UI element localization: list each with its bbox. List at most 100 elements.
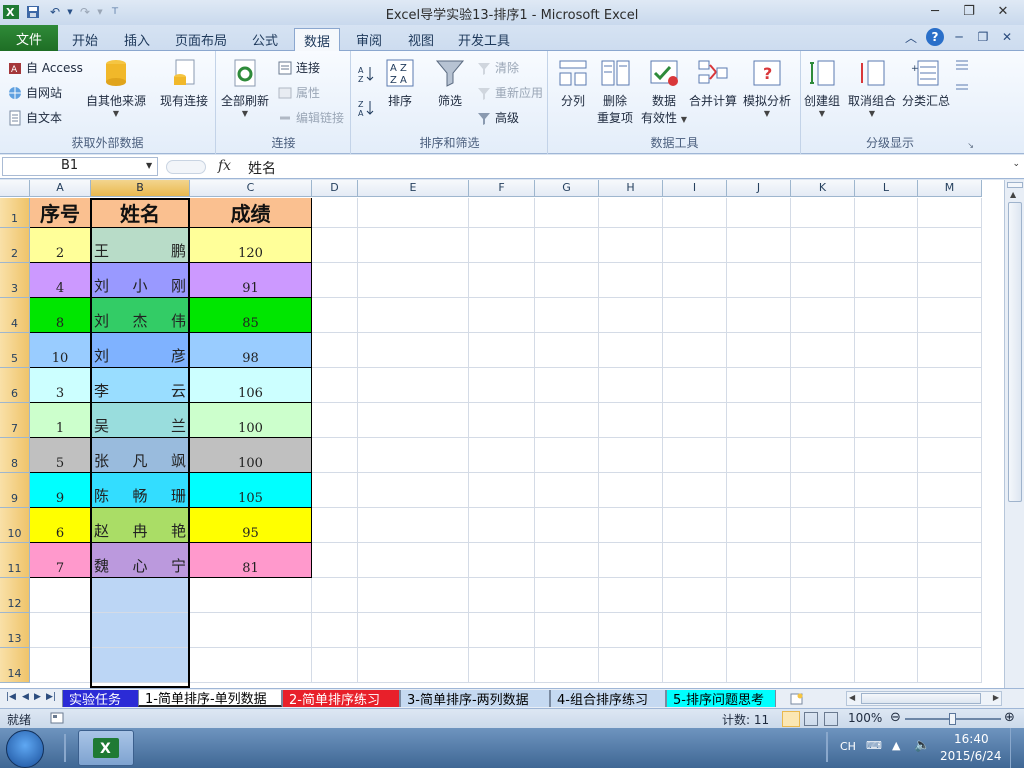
cell-h10[interactable] <box>599 508 663 543</box>
cell-f13[interactable] <box>469 613 535 648</box>
cell-a14[interactable] <box>30 648 91 683</box>
cell-k9[interactable] <box>791 473 855 508</box>
cell-m14[interactable] <box>918 648 982 683</box>
column-header-m[interactable]: M <box>918 180 982 197</box>
vertical-scroll-thumb[interactable] <box>1008 202 1022 502</box>
cell-m12[interactable] <box>918 578 982 613</box>
cell-j11[interactable] <box>727 543 791 578</box>
cell-m13[interactable] <box>918 613 982 648</box>
cell-m10[interactable] <box>918 508 982 543</box>
column-header-d[interactable]: D <box>312 180 358 197</box>
cell-b14[interactable] <box>91 648 190 683</box>
cell-l7[interactable] <box>855 403 918 438</box>
sheet-tab[interactable]: 5-排序问题思考 <box>666 690 776 708</box>
zoom-level[interactable]: 100% <box>848 711 882 725</box>
cell-e5[interactable] <box>358 333 469 368</box>
from-text-button[interactable]: 自文本 <box>7 109 62 126</box>
cell-e3[interactable] <box>358 263 469 298</box>
expand-formula-bar-icon[interactable]: ⌄ <box>1012 159 1020 169</box>
cell-h6[interactable] <box>599 368 663 403</box>
cell-h9[interactable] <box>599 473 663 508</box>
cell-e8[interactable] <box>358 438 469 473</box>
cell-f6[interactable] <box>469 368 535 403</box>
table-cell-number[interactable]: 8 <box>30 298 91 333</box>
workbook-restore-icon[interactable]: ❐ <box>974 28 992 46</box>
table-cell-name[interactable]: 刘彦 <box>91 333 190 368</box>
first-sheet-icon[interactable]: |◀ <box>6 692 16 702</box>
table-cell-name[interactable]: 刘杰伟 <box>91 298 190 333</box>
table-cell-number[interactable]: 4 <box>30 263 91 298</box>
cell-d12[interactable] <box>312 578 358 613</box>
cell-l14[interactable] <box>855 648 918 683</box>
table-cell-name[interactable]: 吴兰 <box>91 403 190 438</box>
cell-d7[interactable] <box>312 403 358 438</box>
workbook-minimize-icon[interactable]: ─ <box>950 28 968 46</box>
table-cell-number[interactable]: 3 <box>30 368 91 403</box>
dialog-launcher-icon[interactable]: ↘ <box>967 141 974 150</box>
cell-d1[interactable] <box>312 198 358 228</box>
cell-j3[interactable] <box>727 263 791 298</box>
cell-d11[interactable] <box>312 543 358 578</box>
cell-i10[interactable] <box>663 508 727 543</box>
cell-e14[interactable] <box>358 648 469 683</box>
workbook-close-icon[interactable]: ✕ <box>998 28 1016 46</box>
cell-l6[interactable] <box>855 368 918 403</box>
cell-d10[interactable] <box>312 508 358 543</box>
cell-k12[interactable] <box>791 578 855 613</box>
cell-f1[interactable] <box>469 198 535 228</box>
table-cell-name[interactable]: 赵冉艳 <box>91 508 190 543</box>
cell-f8[interactable] <box>469 438 535 473</box>
page-break-view-icon[interactable] <box>824 712 838 726</box>
cell-i13[interactable] <box>663 613 727 648</box>
cell-d5[interactable] <box>312 333 358 368</box>
cell-g1[interactable] <box>535 198 599 228</box>
cell-f7[interactable] <box>469 403 535 438</box>
table-cell-score[interactable]: 106 <box>190 368 312 403</box>
horizontal-scroll-thumb[interactable] <box>861 693 981 704</box>
cell-h8[interactable] <box>599 438 663 473</box>
cell-m5[interactable] <box>918 333 982 368</box>
table-cell-number[interactable]: 9 <box>30 473 91 508</box>
other-sources-button[interactable]: 自其他来源 ▼ <box>86 57 146 118</box>
tab-formulas[interactable]: 公式 <box>242 28 288 51</box>
cell-g12[interactable] <box>535 578 599 613</box>
normal-view-icon[interactable] <box>782 711 800 727</box>
column-header-i[interactable]: I <box>663 180 727 197</box>
cell-i6[interactable] <box>663 368 727 403</box>
table-cell-number[interactable]: 10 <box>30 333 91 368</box>
cell-l12[interactable] <box>855 578 918 613</box>
cell-l2[interactable] <box>855 228 918 263</box>
cell-k10[interactable] <box>791 508 855 543</box>
cell-m8[interactable] <box>918 438 982 473</box>
cell-f11[interactable] <box>469 543 535 578</box>
tab-page-layout[interactable]: 页面布局 <box>170 28 232 51</box>
sheet-tab[interactable]: 3-简单排序-两列数据 <box>400 690 550 708</box>
cell-e7[interactable] <box>358 403 469 438</box>
cell-j4[interactable] <box>727 298 791 333</box>
cell-h11[interactable] <box>599 543 663 578</box>
cell-g7[interactable] <box>535 403 599 438</box>
table-cell-score[interactable]: 120 <box>190 228 312 263</box>
sort-descending-button[interactable]: ZA <box>358 99 377 118</box>
table-cell-name[interactable]: 王鹏 <box>91 228 190 263</box>
table-cell-number[interactable]: 2 <box>30 228 91 263</box>
minimize-icon[interactable]: ─ <box>918 0 952 22</box>
cell-k1[interactable] <box>791 198 855 228</box>
table-cell-score[interactable]: 91 <box>190 263 312 298</box>
cell-j6[interactable] <box>727 368 791 403</box>
table-cell-score[interactable]: 85 <box>190 298 312 333</box>
cell-a13[interactable] <box>30 613 91 648</box>
text-to-columns-button[interactable]: 分列 <box>557 57 589 109</box>
row-header-9[interactable]: 9 <box>0 473 30 508</box>
edit-links-button[interactable]: 编辑链接 <box>277 109 344 126</box>
cell-f10[interactable] <box>469 508 535 543</box>
cell-d13[interactable] <box>312 613 358 648</box>
cell-h4[interactable] <box>599 298 663 333</box>
sort-button[interactable]: A ZZ A 排序 <box>384 57 416 109</box>
cell-g11[interactable] <box>535 543 599 578</box>
cell-e4[interactable] <box>358 298 469 333</box>
zoom-slider-knob[interactable] <box>949 713 956 725</box>
clock-time[interactable]: 16:40 <box>954 732 989 746</box>
cell-d8[interactable] <box>312 438 358 473</box>
cell-e12[interactable] <box>358 578 469 613</box>
